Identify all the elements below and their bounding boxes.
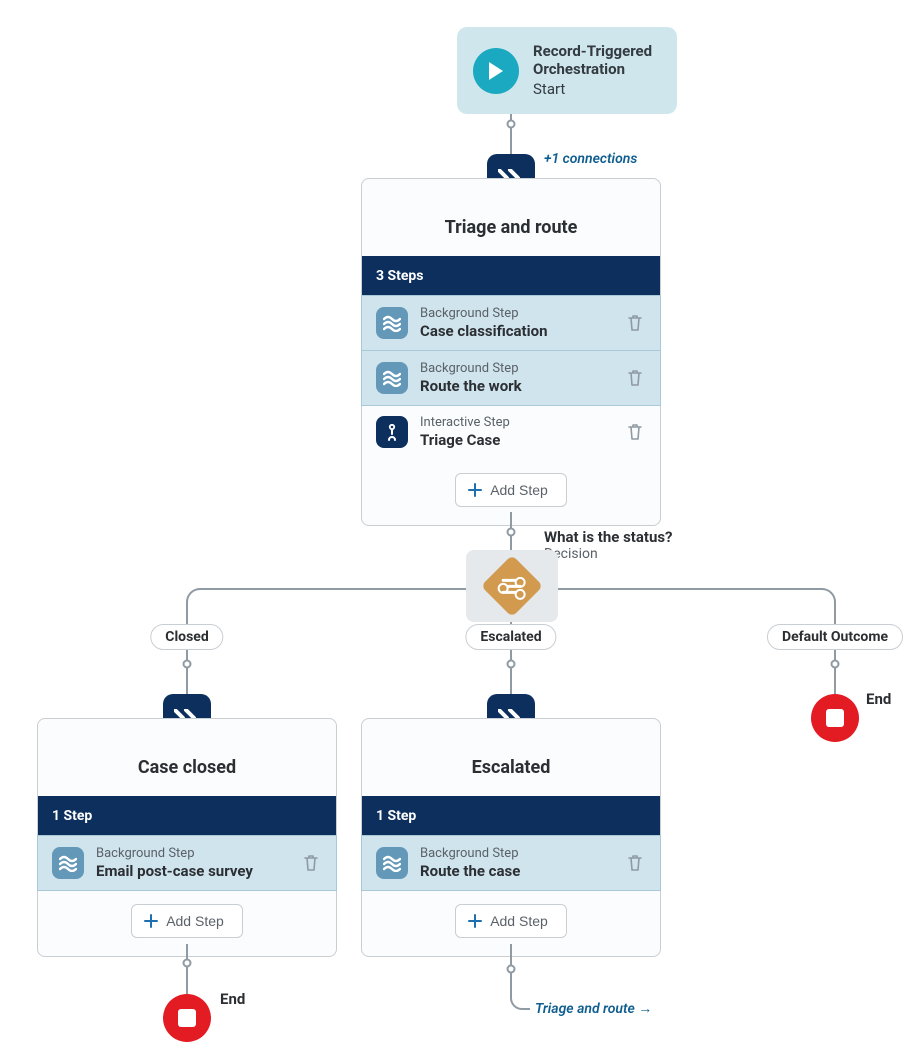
outcome-default[interactable]: Default Outcome xyxy=(767,624,903,650)
stage-escalated[interactable]: Escalated 1 Step Background Step Route t… xyxy=(361,718,661,957)
step-case-classification[interactable]: Background Step Case classification xyxy=(361,295,661,351)
end-label: End xyxy=(866,690,891,708)
flow-icon xyxy=(52,847,84,879)
connector-dot[interactable] xyxy=(183,959,192,968)
extra-connections-label[interactable]: +1 connections xyxy=(544,151,637,167)
step-route-the-work[interactable]: Background Step Route the work xyxy=(361,350,661,406)
stage-title: Case closed xyxy=(38,719,336,796)
loopback-link[interactable]: Triage and route → xyxy=(535,1000,652,1017)
add-step-button[interactable]: Add Step xyxy=(455,473,567,507)
decision-type-label: Decision xyxy=(544,546,673,562)
play-icon xyxy=(473,48,519,94)
connector-dot[interactable] xyxy=(831,660,840,669)
step-route-the-case[interactable]: Background Step Route the case xyxy=(361,835,661,891)
delete-step-button[interactable] xyxy=(624,851,646,875)
end-label: End xyxy=(220,990,245,1008)
stage-title: Escalated xyxy=(362,719,660,796)
connector-dot[interactable] xyxy=(507,965,516,974)
stage-triage-and-route[interactable]: Triage and route 3 Steps Background Step… xyxy=(361,178,661,526)
connector-dot[interactable] xyxy=(507,120,516,129)
touch-icon xyxy=(376,416,408,448)
outcome-closed[interactable]: Closed xyxy=(150,624,223,650)
delete-step-button[interactable] xyxy=(624,420,646,444)
start-text: Record-Triggered Orchestration Start xyxy=(533,43,652,98)
delete-step-button[interactable] xyxy=(300,851,322,875)
add-step-button[interactable]: Add Step xyxy=(131,904,243,938)
step-email-post-case-survey[interactable]: Background Step Email post-case survey xyxy=(37,835,337,891)
end-node[interactable] xyxy=(811,694,859,742)
decision-node[interactable] xyxy=(466,550,558,622)
flow-icon xyxy=(376,362,408,394)
stage-case-closed[interactable]: Case closed 1 Step Background Step Email… xyxy=(37,718,337,957)
outcome-escalated[interactable]: Escalated xyxy=(465,624,556,650)
delete-step-button[interactable] xyxy=(624,311,646,335)
connector-dot[interactable] xyxy=(507,660,516,669)
end-node[interactable] xyxy=(163,994,211,1042)
flow-icon xyxy=(376,847,408,879)
stage-steps-count: 1 Step xyxy=(38,796,336,836)
stage-title: Triage and route xyxy=(362,179,660,256)
step-triage-case[interactable]: Interactive Step Triage Case xyxy=(362,405,660,459)
decision-question: What is the status? xyxy=(544,528,673,546)
add-step-button[interactable]: Add Step xyxy=(455,904,567,938)
stage-steps-count: 3 Steps xyxy=(362,256,660,296)
connector-dot[interactable] xyxy=(507,528,516,537)
stage-steps-count: 1 Step xyxy=(362,796,660,836)
start-node[interactable]: Record-Triggered Orchestration Start xyxy=(457,27,677,114)
delete-step-button[interactable] xyxy=(624,366,646,390)
flow-icon xyxy=(376,307,408,339)
connector-dot[interactable] xyxy=(183,660,192,669)
